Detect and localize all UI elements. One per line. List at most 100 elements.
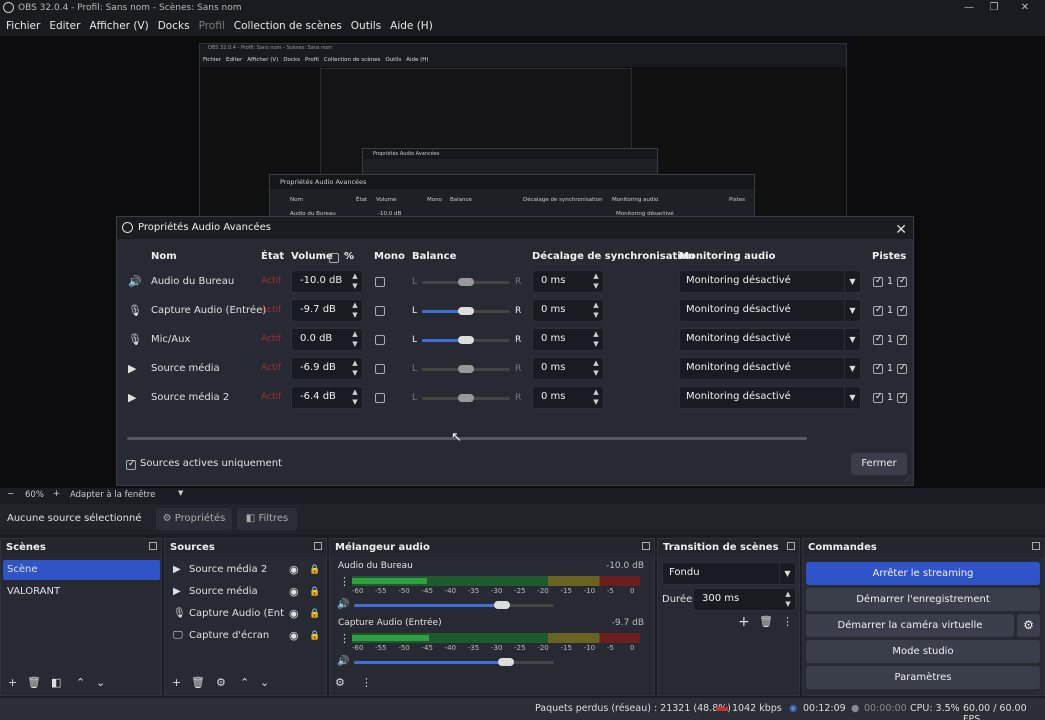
stop-streaming-button[interactable]: Arrêter le streaming [806, 562, 1040, 585]
dialog-close-button[interactable]: ✕ [895, 219, 907, 241]
active-only-checkbox[interactable] [126, 459, 136, 470]
sync-offset-spinbox[interactable]: 0 ms ▲ ▼ [532, 328, 604, 351]
menu-editer[interactable]: Editer [49, 20, 80, 32]
balance-slider[interactable] [422, 307, 510, 315]
add-icon[interactable]: + [738, 614, 750, 630]
arrow-up-icon[interactable]: ⌃ [76, 676, 85, 689]
trash-icon[interactable]: 🗑 [191, 676, 205, 689]
spin-arrows-icon[interactable]: ▲ ▼ [348, 358, 362, 379]
scene-item[interactable]: VALORANT [3, 582, 160, 602]
balance-slider[interactable] [422, 336, 510, 344]
balance-slider[interactable] [422, 365, 510, 373]
mono-checkbox[interactable] [375, 393, 385, 403]
more-icon[interactable]: ⋮ [782, 615, 793, 628]
resize-grip-icon[interactable]: ⋰ [904, 475, 911, 483]
monitoring-select[interactable]: Monitoring désactivé ▼ [679, 270, 861, 293]
menu-outils[interactable]: Outils [351, 20, 381, 32]
dock-float-icon[interactable] [314, 542, 322, 550]
spin-arrows-icon[interactable]: ▲ ▼ [589, 300, 603, 321]
track-checkbox[interactable] [897, 305, 907, 316]
dock-float-icon[interactable] [149, 542, 157, 550]
track-checkbox[interactable] [897, 392, 907, 403]
mixer-settings-icon[interactable]: ⚙ [335, 676, 345, 689]
add-icon[interactable]: + [172, 676, 181, 689]
track-checkbox[interactable] [873, 276, 883, 287]
scene-item[interactable]: Scène [3, 560, 160, 580]
col-tracks[interactable]: Pistes [872, 251, 906, 262]
more-icon[interactable]: ⋮ [339, 575, 350, 588]
volume-spinbox[interactable]: -6.4 dB ▲ ▼ [291, 386, 363, 409]
menu-aide[interactable]: Aide (H) [390, 20, 433, 32]
sync-offset-spinbox[interactable]: 0 ms ▲ ▼ [532, 357, 604, 380]
sync-offset-spinbox[interactable]: 0 ms ▲ ▼ [532, 270, 604, 293]
trash-icon[interactable]: 🗑 [27, 676, 41, 689]
slider-handle[interactable] [458, 307, 474, 315]
virtual-camera-settings-gear-icon[interactable]: ⚙ [1017, 614, 1040, 637]
add-icon[interactable]: + [8, 676, 17, 689]
trash-icon[interactable]: 🗑 [759, 615, 773, 628]
arrow-down-icon[interactable]: ⌄ [96, 676, 105, 689]
arrow-up-icon[interactable]: ⌃ [240, 676, 249, 689]
maximize-button[interactable]: ❐ [979, 0, 1009, 16]
start-recording-button[interactable]: Démarrer l'enregistrement [806, 588, 1040, 611]
spin-arrows-icon[interactable]: ▲ ▼ [348, 387, 362, 408]
balance-slider[interactable] [422, 278, 510, 286]
col-balance[interactable]: Balance [412, 251, 456, 262]
spin-arrows-icon[interactable]: ▲ ▼ [348, 271, 362, 292]
slider-handle[interactable] [458, 394, 474, 402]
lock-icon[interactable]: 🔒 [309, 604, 320, 624]
lock-icon[interactable]: 🔒 [309, 582, 320, 602]
col-sync[interactable]: Décalage de synchronisation [532, 251, 695, 262]
mono-checkbox[interactable] [375, 335, 385, 345]
track-checkbox[interactable] [873, 363, 883, 374]
lock-icon[interactable]: 🔒 [309, 626, 320, 646]
slider-handle[interactable] [458, 336, 474, 344]
zoom-fit-select[interactable]: Adapter à la fenêtre [70, 490, 155, 500]
sync-offset-spinbox[interactable]: 0 ms ▲ ▼ [532, 299, 604, 322]
source-item[interactable]: ▶ Source média 2 ◉ 🔒 [167, 560, 325, 580]
volume-spinbox[interactable]: -10.0 dB ▲ ▼ [291, 270, 363, 293]
volume-spinbox[interactable]: -6.9 dB ▲ ▼ [291, 357, 363, 380]
volume-spinbox[interactable]: 0.0 dB ▲ ▼ [291, 328, 363, 351]
source-item[interactable]: 🎙Capture Audio (Entrée ◉ 🔒 [167, 604, 325, 624]
filters-button[interactable]: ◧ Filtres [237, 508, 297, 530]
volume-spinbox[interactable]: -9.7 dB ▲ ▼ [291, 299, 363, 322]
menu-afficher[interactable]: Afficher (V) [89, 20, 148, 32]
monitoring-select[interactable]: Monitoring désactivé ▼ [679, 357, 861, 380]
source-item[interactable]: ▶ Source média ◉ 🔒 [167, 582, 325, 602]
slider-handle[interactable] [458, 365, 474, 373]
gear-icon[interactable]: ⚙ [216, 676, 226, 689]
track-checkbox[interactable] [873, 305, 883, 316]
close-window-button[interactable]: ✕ [1010, 0, 1040, 16]
spin-arrows-icon[interactable]: ▲ ▼ [589, 358, 603, 379]
slider-handle[interactable] [498, 658, 514, 666]
spin-arrows-icon[interactable]: ▲ ▼ [589, 271, 603, 292]
sync-offset-spinbox[interactable]: 0 ms ▲ ▼ [532, 386, 604, 409]
duration-spinbox[interactable]: 300 ms ▲ ▼ [693, 588, 796, 611]
monitoring-select[interactable]: Monitoring désactivé ▼ [679, 386, 861, 409]
dock-float-icon[interactable] [1032, 542, 1040, 550]
eye-icon[interactable]: ◉ [289, 582, 299, 602]
lock-icon[interactable]: 🔒 [309, 560, 320, 580]
eye-icon[interactable]: ◉ [289, 604, 299, 624]
percent-checkbox[interactable] [329, 253, 339, 263]
fermer-button[interactable]: Fermer [851, 453, 907, 475]
source-item[interactable]: 🖵 Capture d'écran ◉ 🔒 [167, 626, 325, 646]
dock-float-icon[interactable] [787, 542, 795, 550]
monitoring-select[interactable]: Monitoring désactivé ▼ [679, 299, 861, 322]
zoom-out-button[interactable]: − [7, 489, 14, 499]
balance-slider[interactable] [422, 394, 510, 402]
col-state[interactable]: État [261, 251, 284, 262]
menu-fichier[interactable]: Fichier [6, 20, 40, 32]
eye-icon[interactable]: ◉ [289, 626, 299, 646]
col-volume[interactable]: Volume [291, 251, 333, 262]
volume-slider[interactable] [354, 658, 554, 666]
speaker-icon[interactable]: 🔊 [337, 656, 349, 667]
track-checkbox[interactable] [897, 334, 907, 345]
monitoring-select[interactable]: Monitoring désactivé ▼ [679, 328, 861, 351]
spin-arrows-icon[interactable]: ▲ ▼ [348, 300, 362, 321]
eye-icon[interactable]: ◉ [289, 560, 299, 580]
slider-handle[interactable] [494, 601, 510, 609]
horizontal-scrollbar[interactable] [127, 435, 907, 441]
transition-type-select[interactable]: Fondu ▼ [662, 562, 796, 585]
